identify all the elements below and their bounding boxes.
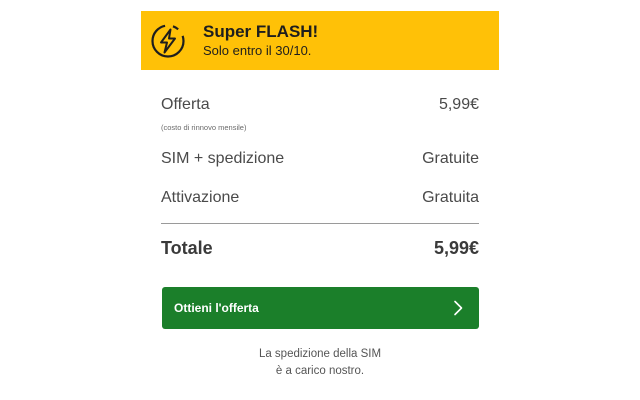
- activation-row: Attivazione Gratuita: [161, 189, 479, 207]
- offer-label: Offerta: [161, 96, 210, 113]
- promo-banner: Super FLASH! Solo entro il 30/10.: [141, 11, 499, 70]
- offer-row: Offerta 5,99€: [161, 96, 479, 114]
- total-divider: [161, 223, 479, 224]
- offer-price: 5,99€: [438, 96, 479, 113]
- shipping-note-line2: è a carico nostro.: [275, 365, 365, 378]
- chevron-right-icon: [454, 300, 463, 316]
- lightning-bolt-icon: [151, 23, 185, 58]
- shipping-note: La spedizione della SIM è a carico nostr…: [161, 346, 479, 381]
- offer-page: Super FLASH! Solo entro il 30/10. Offert…: [0, 0, 640, 400]
- get-offer-button[interactable]: Ottieni l'offerta: [162, 287, 479, 329]
- sim-shipping-row: SIM + spedizione Gratuite: [161, 150, 479, 168]
- total-price: 5,99€: [433, 238, 479, 258]
- promo-title: Super FLASH!: [203, 22, 319, 41]
- get-offer-label: Ottieni l'offerta: [174, 301, 259, 315]
- promo-subtitle: Solo entro il 30/10.: [203, 43, 312, 59]
- sim-shipping-label: SIM + spedizione: [161, 150, 285, 167]
- promo-text: Super FLASH! Solo entro il 30/10.: [203, 22, 318, 59]
- price-summary: Offerta 5,99€ (costo di rinnovo mensile)…: [161, 92, 479, 259]
- total-row: Totale 5,99€: [161, 238, 479, 259]
- activation-label: Attivazione: [161, 189, 240, 206]
- offer-renewal-note: (costo di rinnovo mensile): [161, 123, 247, 132]
- sim-shipping-value: Gratuite: [422, 150, 479, 167]
- shipping-note-line1: La spedizione della SIM: [258, 348, 382, 360]
- total-label: Totale: [161, 238, 213, 258]
- activation-value: Gratuita: [422, 189, 479, 206]
